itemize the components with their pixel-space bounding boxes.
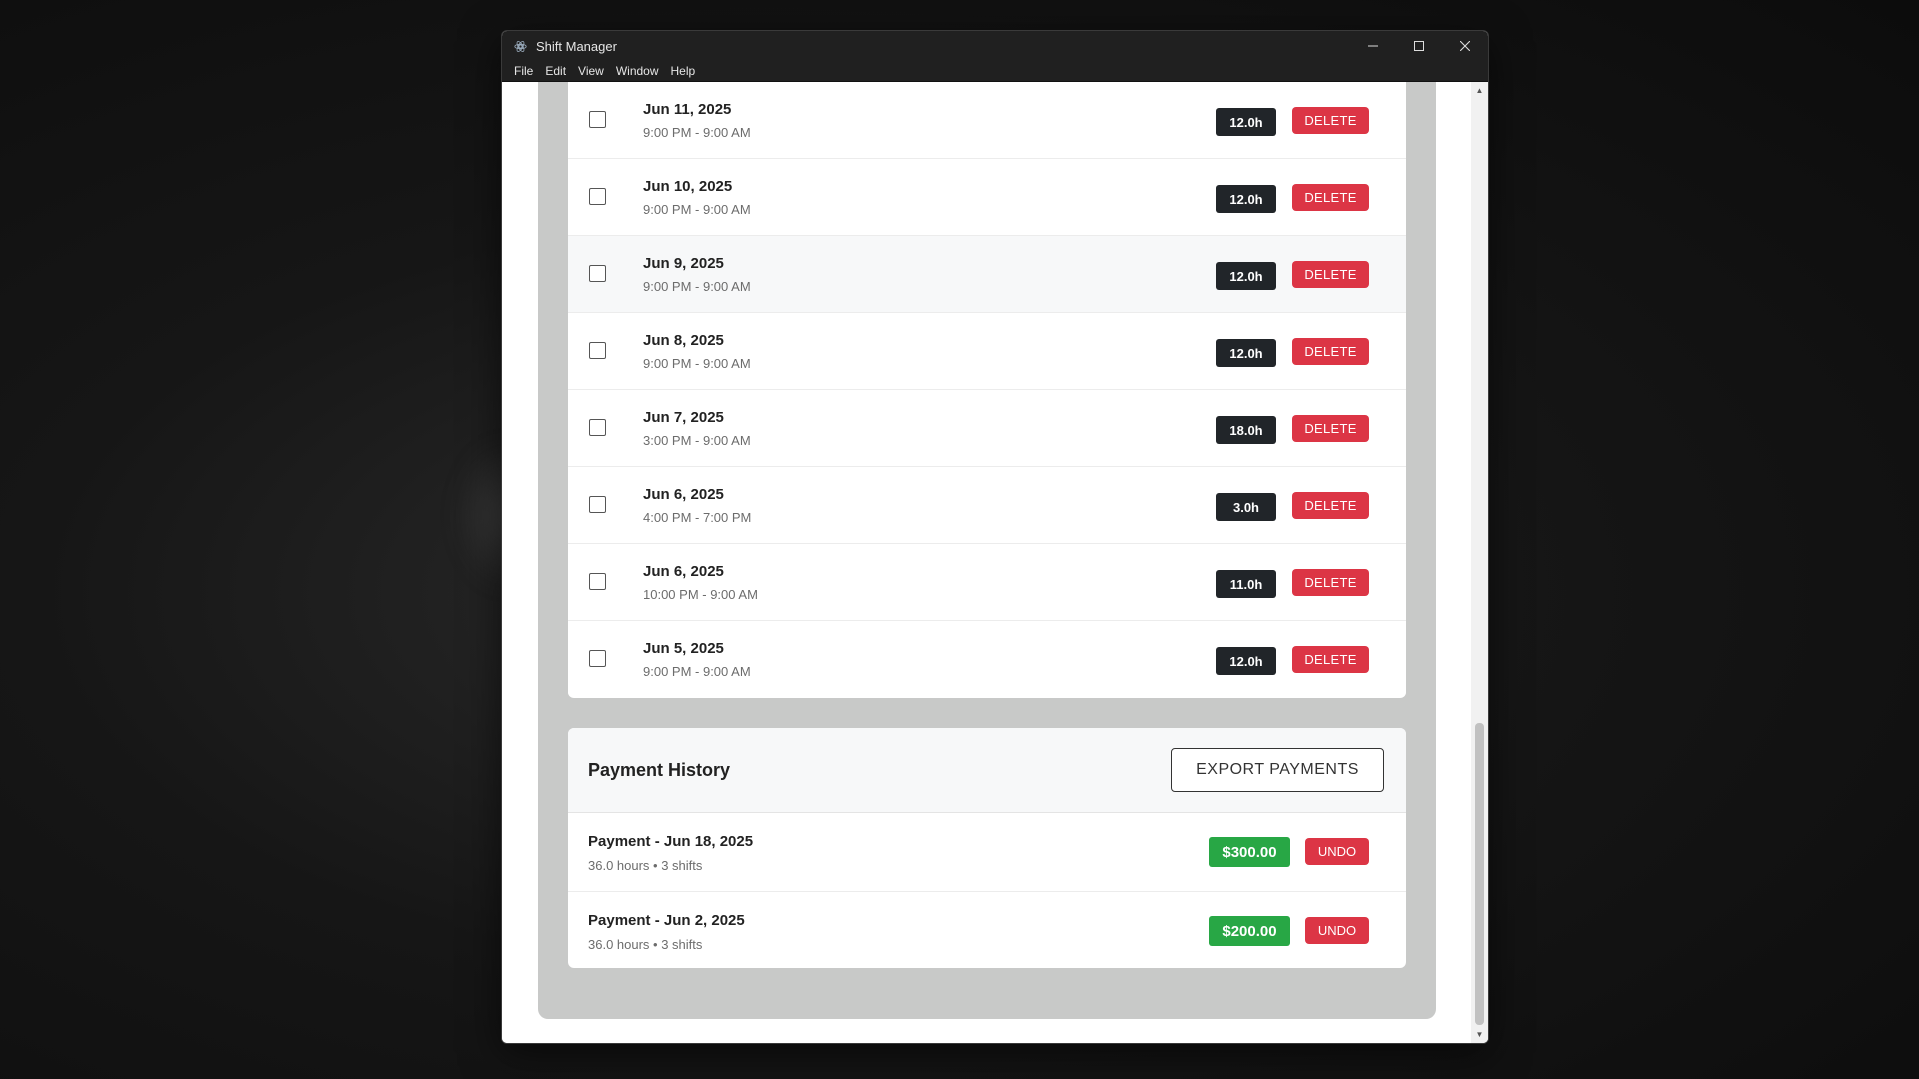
hours-badge: 11.0h bbox=[1216, 570, 1276, 598]
hours-badge: 12.0h bbox=[1216, 262, 1276, 290]
close-icon bbox=[1460, 41, 1470, 51]
menu-view[interactable]: View bbox=[572, 64, 610, 78]
scroll-down-arrow-icon[interactable]: ▼ bbox=[1471, 1026, 1488, 1043]
shift-row: Jun 7, 2025 3:00 PM - 9:00 AM 18.0h DELE… bbox=[568, 390, 1406, 467]
shift-row: Jun 11, 2025 9:00 PM - 9:00 AM 12.0h DEL… bbox=[568, 82, 1406, 159]
payment-meta: 36.0 hours • 3 shifts bbox=[588, 937, 703, 952]
shift-row: Jun 8, 2025 9:00 PM - 9:00 AM 12.0h DELE… bbox=[568, 313, 1406, 390]
shift-time: 9:00 PM - 9:00 AM bbox=[643, 279, 751, 294]
vertical-scrollbar[interactable]: ▲ ▼ bbox=[1471, 82, 1488, 1043]
payment-row: Payment - Jun 18, 2025 36.0 hours • 3 sh… bbox=[568, 813, 1406, 892]
amount-badge: $200.00 bbox=[1209, 916, 1290, 946]
shift-time: 9:00 PM - 9:00 AM bbox=[643, 202, 751, 217]
delete-button[interactable]: DELETE bbox=[1292, 646, 1369, 673]
main-panel: Jun 11, 2025 9:00 PM - 9:00 AM 12.0h DEL… bbox=[538, 82, 1436, 1019]
content-area: Jun 11, 2025 9:00 PM - 9:00 AM 12.0h DEL… bbox=[502, 82, 1488, 1043]
delete-button[interactable]: DELETE bbox=[1292, 184, 1369, 211]
shift-time: 3:00 PM - 9:00 AM bbox=[643, 433, 751, 448]
menu-file[interactable]: File bbox=[508, 64, 539, 78]
shift-row: Jun 5, 2025 9:00 PM - 9:00 AM 12.0h DELE… bbox=[568, 621, 1406, 697]
window-title: Shift Manager bbox=[536, 38, 617, 54]
payment-label: Payment - Jun 18, 2025 bbox=[588, 833, 754, 850]
title-bar: Shift Manager bbox=[502, 31, 1488, 61]
shift-checkbox[interactable] bbox=[589, 496, 606, 513]
close-button[interactable] bbox=[1442, 31, 1488, 61]
scrollbar-thumb[interactable] bbox=[1475, 723, 1484, 1025]
payment-label: Payment - Jun 2, 2025 bbox=[588, 912, 745, 929]
payment-history-header: Payment History EXPORT PAYMENTS bbox=[568, 728, 1406, 813]
delete-button[interactable]: DELETE bbox=[1292, 107, 1369, 134]
amount-badge: $300.00 bbox=[1209, 837, 1290, 867]
shift-date: Jun 7, 2025 bbox=[643, 409, 724, 426]
hours-badge: 18.0h bbox=[1216, 416, 1276, 444]
shift-date: Jun 8, 2025 bbox=[643, 332, 724, 349]
maximize-icon bbox=[1414, 41, 1424, 51]
hours-badge: 12.0h bbox=[1216, 108, 1276, 136]
export-payments-button[interactable]: EXPORT PAYMENTS bbox=[1171, 748, 1384, 792]
shift-checkbox[interactable] bbox=[589, 265, 606, 282]
app-window: Shift Manager File Edit View Window Help… bbox=[501, 30, 1489, 1044]
maximize-button[interactable] bbox=[1396, 31, 1442, 61]
menu-window[interactable]: Window bbox=[610, 64, 665, 78]
shift-time: 9:00 PM - 9:00 AM bbox=[643, 664, 751, 679]
scroll-up-arrow-icon[interactable]: ▲ bbox=[1471, 82, 1488, 99]
delete-button[interactable]: DELETE bbox=[1292, 415, 1369, 442]
hours-badge: 12.0h bbox=[1216, 339, 1276, 367]
payment-row: Payment - Jun 2, 2025 36.0 hours • 3 shi… bbox=[568, 892, 1406, 968]
hours-badge: 3.0h bbox=[1216, 493, 1276, 521]
payment-meta: 36.0 hours • 3 shifts bbox=[588, 858, 703, 873]
shift-checkbox[interactable] bbox=[589, 573, 606, 590]
undo-button[interactable]: UNDO bbox=[1305, 917, 1369, 944]
menu-edit[interactable]: Edit bbox=[539, 64, 572, 78]
menu-help[interactable]: Help bbox=[665, 64, 702, 78]
shift-date: Jun 6, 2025 bbox=[643, 486, 724, 503]
shift-checkbox[interactable] bbox=[589, 188, 606, 205]
shift-time: 9:00 PM - 9:00 AM bbox=[643, 125, 751, 140]
shift-date: Jun 9, 2025 bbox=[643, 255, 724, 272]
payment-history-card: Payment History EXPORT PAYMENTS Payment … bbox=[568, 728, 1406, 968]
minimize-button[interactable] bbox=[1350, 31, 1396, 61]
shift-date: Jun 6, 2025 bbox=[643, 563, 724, 580]
shift-date: Jun 5, 2025 bbox=[643, 640, 724, 657]
shift-list: Jun 11, 2025 9:00 PM - 9:00 AM 12.0h DEL… bbox=[568, 82, 1406, 698]
undo-button[interactable]: UNDO bbox=[1305, 838, 1369, 865]
minimize-icon bbox=[1368, 45, 1378, 47]
delete-button[interactable]: DELETE bbox=[1292, 569, 1369, 596]
shift-time: 10:00 PM - 9:00 AM bbox=[643, 587, 758, 602]
shift-row: Jun 6, 2025 10:00 PM - 9:00 AM 11.0h DEL… bbox=[568, 544, 1406, 621]
shift-time: 9:00 PM - 9:00 AM bbox=[643, 356, 751, 371]
shift-date: Jun 10, 2025 bbox=[643, 178, 733, 195]
shift-row: Jun 6, 2025 4:00 PM - 7:00 PM 3.0h DELET… bbox=[568, 467, 1406, 544]
shift-checkbox[interactable] bbox=[589, 111, 606, 128]
shift-checkbox[interactable] bbox=[589, 342, 606, 359]
delete-button[interactable]: DELETE bbox=[1292, 338, 1369, 365]
shift-row: Jun 10, 2025 9:00 PM - 9:00 AM 12.0h DEL… bbox=[568, 159, 1406, 236]
app-icon bbox=[512, 38, 528, 54]
delete-button[interactable]: DELETE bbox=[1292, 492, 1369, 519]
menu-bar: File Edit View Window Help bbox=[502, 61, 1488, 82]
shift-date: Jun 11, 2025 bbox=[643, 101, 732, 118]
delete-button[interactable]: DELETE bbox=[1292, 261, 1369, 288]
hours-badge: 12.0h bbox=[1216, 185, 1276, 213]
shift-time: 4:00 PM - 7:00 PM bbox=[643, 510, 752, 525]
shift-row: Jun 9, 2025 9:00 PM - 9:00 AM 12.0h DELE… bbox=[568, 236, 1406, 313]
hours-badge: 12.0h bbox=[1216, 647, 1276, 675]
shift-checkbox[interactable] bbox=[589, 650, 606, 667]
payment-history-title: Payment History bbox=[588, 760, 731, 780]
shift-checkbox[interactable] bbox=[589, 419, 606, 436]
